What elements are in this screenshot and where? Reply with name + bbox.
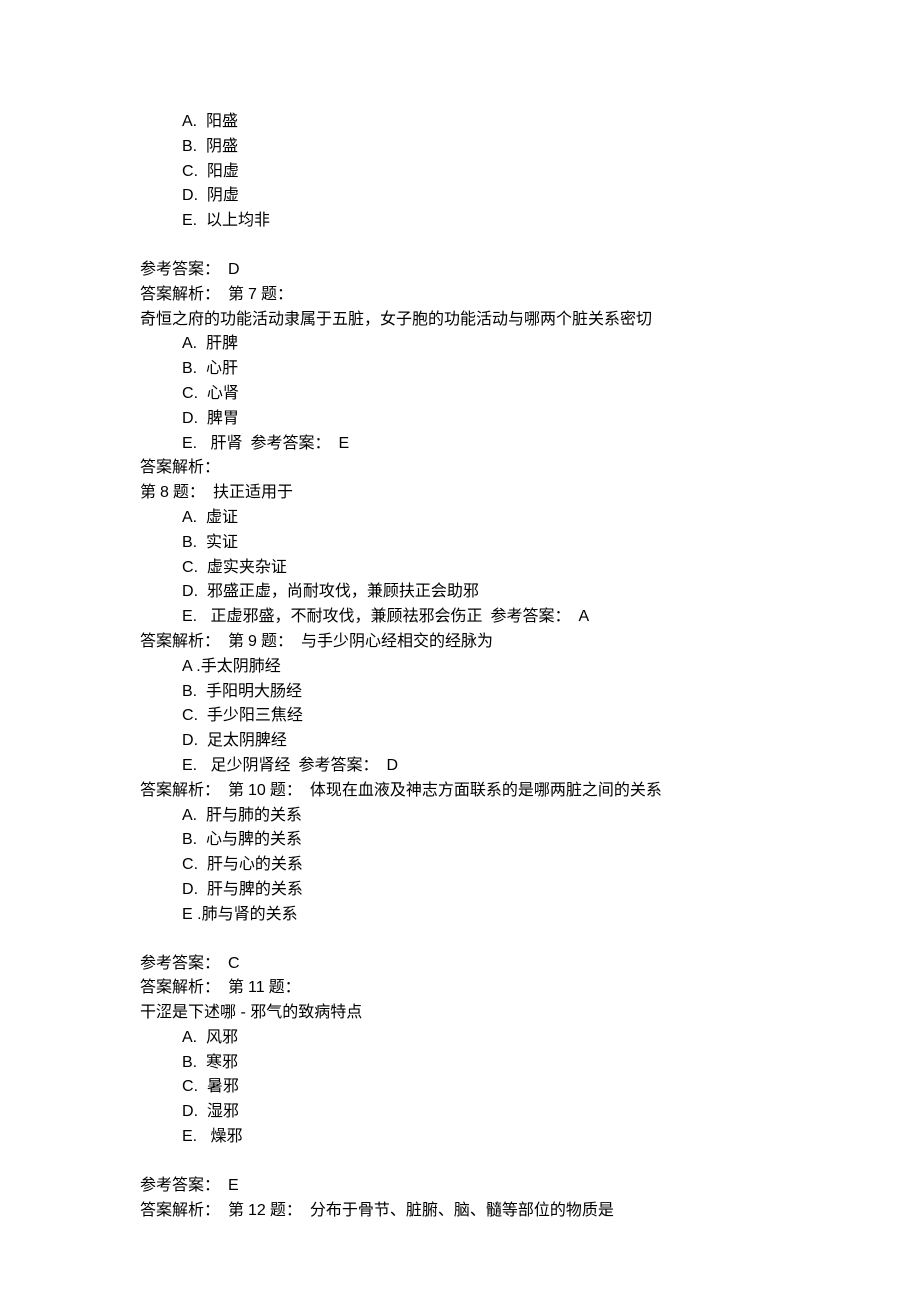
q6-option-d: D. 阴虚 xyxy=(140,184,780,209)
q11-option-a: A. 风邪 xyxy=(140,1026,780,1051)
q9-option-a: A .手太阴肺经 xyxy=(140,655,780,680)
q10-option-c: C. 肝与心的关系 xyxy=(140,853,780,878)
q11-header-line: 答案解析： 第 11 题： xyxy=(140,976,780,1001)
q10-option-e: E .肺与肾的关系 xyxy=(140,903,780,928)
q8-option-a: A. 虚证 xyxy=(140,506,780,531)
q6-option-b-letter: B xyxy=(182,138,193,155)
q9-answer: D xyxy=(386,757,398,774)
q8-header-line: 第 8 题： 扶正适用于 xyxy=(140,481,780,506)
q11-option-b: B. 寒邪 xyxy=(140,1051,780,1076)
q11-answer: E xyxy=(228,1177,239,1194)
q8-option-d: D. 邪盛正虚，尚耐攻伐，兼顾扶正会助邪 xyxy=(140,580,780,605)
q11-option-e: E. 燥邪 xyxy=(140,1125,780,1150)
q6-option-e-letter: E xyxy=(182,212,193,229)
q7-option-c: C. 心肾 xyxy=(140,382,780,407)
q6-option-e: E. 以上均非 xyxy=(140,209,780,234)
q9-option-b: B. 手阳明大肠经 xyxy=(140,680,780,705)
q7-option-a: A. 肝脾 xyxy=(140,332,780,357)
q8-option-b: B. 实证 xyxy=(140,531,780,556)
spacer xyxy=(140,234,780,258)
q7-text: 奇恒之府的功能活动隶属于五脏，女子胞的功能活动与哪两个脏关系密切 xyxy=(140,308,780,333)
q12-header-line: 答案解析： 第 12 题： 分布于骨节、脏腑、脑、髓等部位的物质是 xyxy=(140,1199,780,1224)
q6-answer: D xyxy=(228,261,240,278)
q6-option-a: A. 阳盛 xyxy=(140,110,780,135)
q7-option-b: B. 心肝 xyxy=(140,357,780,382)
q10-option-d: D. 肝与脾的关系 xyxy=(140,878,780,903)
q7-analysis-label: 答案解析： xyxy=(140,456,780,481)
q9-option-e: E. 足少阴肾经 参考答案： D xyxy=(140,754,780,779)
q6-answer-line: 参考答案： D xyxy=(140,258,780,283)
q6-option-c-letter: C xyxy=(182,163,194,180)
q6-option-d-letter: D xyxy=(182,187,194,204)
document-page: A. 阳盛 B. 阴盛 C. 阳虚 D. 阴虚 E. 以上均非 参考答案： D … xyxy=(0,0,920,1303)
q7-option-e: E. 肝肾 参考答案： E xyxy=(140,432,780,457)
q11-text: 干涩是下述哪 - 邪气的致病特点 xyxy=(140,1001,780,1026)
q10-option-b: B. 心与脾的关系 xyxy=(140,828,780,853)
q9-header-line: 答案解析： 第 9 题： 与手少阴心经相交的经脉为 xyxy=(140,630,780,655)
q10-header-line: 答案解析： 第 10 题： 体现在血液及神志方面联系的是哪两脏之间的关系 xyxy=(140,779,780,804)
q10-answer: C xyxy=(228,955,240,972)
q7-header-line: 答案解析： 第 7 题： xyxy=(140,283,780,308)
q8-answer: A xyxy=(578,608,589,625)
q7-answer: E xyxy=(338,435,349,452)
spacer xyxy=(140,928,780,952)
q6-option-c: C. 阳虚 xyxy=(140,160,780,185)
spacer xyxy=(140,1150,780,1174)
q6-option-a-letter: A xyxy=(182,113,193,130)
q8-option-c: C. 虚实夹杂证 xyxy=(140,556,780,581)
q9-option-c: C. 手少阳三焦经 xyxy=(140,704,780,729)
q9-option-d: D. 足太阴脾经 xyxy=(140,729,780,754)
q7-option-d: D. 脾胃 xyxy=(140,407,780,432)
q11-option-c: C. 暑邪 xyxy=(140,1075,780,1100)
q11-answer-line: 参考答案： E xyxy=(140,1174,780,1199)
q11-option-d: D. 湿邪 xyxy=(140,1100,780,1125)
q6-option-b: B. 阴盛 xyxy=(140,135,780,160)
q8-option-e: E. 正虚邪盛，不耐攻伐，兼顾祛邪会伤正 参考答案： A xyxy=(140,605,780,630)
q10-option-a: A. 肝与肺的关系 xyxy=(140,804,780,829)
q10-answer-line: 参考答案： C xyxy=(140,952,780,977)
